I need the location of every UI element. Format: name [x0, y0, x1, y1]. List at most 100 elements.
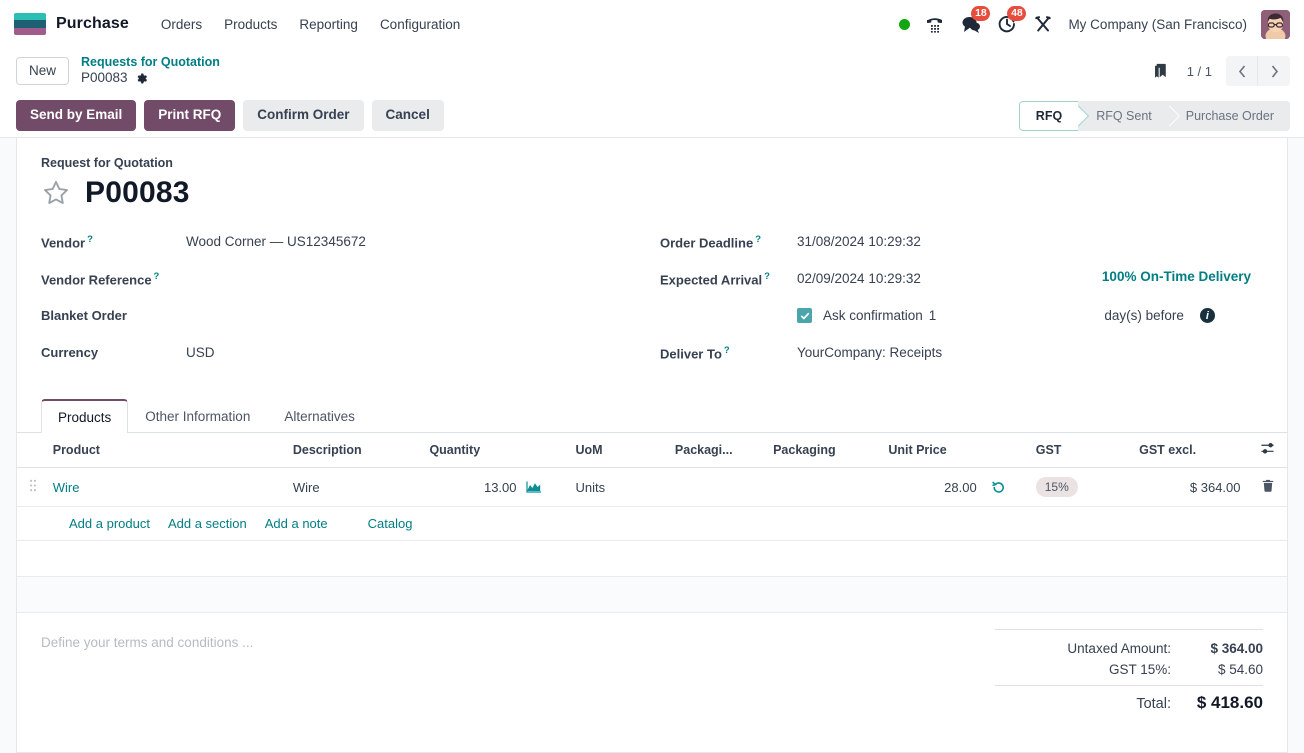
product-link[interactable]: Wire [53, 480, 80, 495]
form-column-right: Order Deadline? 31/08/2024 10:29:32 Expe… [652, 232, 1263, 380]
nav-item-reporting[interactable]: Reporting [289, 11, 368, 38]
tab-alternatives[interactable]: Alternatives [267, 399, 372, 433]
cell-gst[interactable]: 15% [1013, 467, 1132, 507]
history-icon[interactable] [991, 480, 1006, 495]
add-a-section-link[interactable]: Add a section [168, 516, 247, 531]
help-marker-icon[interactable]: ? [764, 271, 770, 282]
chevron-right-icon[interactable] [1258, 56, 1290, 86]
tax-badge[interactable]: 15% [1035, 477, 1078, 497]
th-handle [17, 433, 45, 468]
totals-panel: Untaxed Amount: $ 364.00 GST 15%: $ 54.6… [995, 629, 1263, 716]
th-uom[interactable]: UoM [549, 433, 667, 468]
bookmark-icon[interactable] [1151, 60, 1173, 82]
total-value: $ 418.60 [1196, 693, 1263, 712]
th-quantity[interactable]: Quantity [421, 433, 550, 468]
app-name[interactable]: Purchase [56, 15, 129, 33]
area-chart-icon[interactable] [525, 480, 542, 495]
gear-icon[interactable] [135, 72, 148, 85]
cell-product[interactable]: Wire [44, 467, 285, 507]
field-currency: Currency USD [41, 343, 652, 380]
untaxed-amount-value: $ 364.00 [1210, 641, 1263, 656]
ask-confirmation-label: Ask confirmation [823, 308, 923, 323]
ask-confirmation-days[interactable]: 1 [929, 308, 937, 323]
pager-value: 1 / 1 [1186, 63, 1212, 79]
new-button[interactable]: New [16, 56, 70, 86]
app-logo-icon[interactable] [14, 13, 46, 35]
help-marker-icon[interactable]: ? [87, 234, 93, 245]
phone-dialpad-icon[interactable] [924, 13, 946, 35]
control-panel-actions-row: Send by Email Print RFQ Confirm Order Ca… [0, 94, 1304, 138]
status-step-purchase-order[interactable]: Purchase Order [1167, 100, 1290, 131]
cell-description[interactable]: Wire [284, 467, 422, 507]
cell-gst-excl: $ 364.00 [1131, 467, 1249, 507]
cell-unit-price[interactable]: 28.00 [880, 467, 1014, 507]
info-icon[interactable]: i [1199, 308, 1215, 323]
terms-and-conditions-input[interactable]: Define your terms and conditions ... [41, 629, 253, 650]
clock-icon[interactable]: 48 [996, 6, 1027, 35]
drag-handle-icon[interactable] [17, 467, 45, 507]
record-title-row: P00083 [41, 176, 1263, 210]
help-marker-icon[interactable]: ? [154, 271, 160, 282]
checkbox-checked-icon[interactable] [797, 308, 812, 323]
green-dot-icon[interactable] [899, 18, 911, 30]
empty-row [17, 576, 1287, 613]
cancel-button[interactable]: Cancel [371, 100, 444, 131]
status-step-rfq[interactable]: RFQ [1018, 100, 1079, 131]
add-a-note-link[interactable]: Add a note [265, 516, 328, 531]
th-product[interactable]: Product [44, 433, 285, 468]
ask-confirmation-group: Ask confirmation 1 day(s) before i [797, 306, 1263, 323]
confirm-order-button[interactable]: Confirm Order [243, 100, 364, 131]
field-value-order-deadline[interactable]: 31/08/2024 10:29:32 [797, 232, 921, 249]
tax-value: $ 54.60 [1217, 662, 1263, 677]
star-outline-icon[interactable] [41, 178, 71, 208]
avatar[interactable] [1261, 9, 1290, 39]
optional-columns-toggle[interactable] [1248, 433, 1287, 468]
field-label-blanket-order: Blanket Order [41, 308, 127, 323]
chat-bubble-icon[interactable]: 18 [960, 6, 991, 35]
field-value-currency[interactable]: USD [186, 343, 215, 360]
nav-item-orders[interactable]: Orders [151, 11, 212, 38]
cell-packaging-qty[interactable] [666, 467, 766, 507]
tools-icon[interactable] [1032, 13, 1054, 35]
cell-uom[interactable]: Units [549, 467, 667, 507]
th-description[interactable]: Description [284, 433, 422, 468]
table-row[interactable]: Wire Wire 13.00 Units 28.00 15% $ 364.00 [17, 467, 1287, 507]
nav-item-products[interactable]: Products [214, 11, 287, 38]
form-view-scroll-area: Request for Quotation P00083 Vendor? Woo… [0, 138, 1304, 753]
th-gst[interactable]: GST [1013, 433, 1132, 468]
help-marker-icon[interactable]: ? [724, 345, 730, 356]
print-rfq-button[interactable]: Print RFQ [144, 100, 236, 131]
th-gst-excl[interactable]: GST excl. [1131, 433, 1249, 468]
company-selector[interactable]: My Company (San Francisco) [1068, 17, 1247, 32]
help-marker-icon[interactable]: ? [755, 234, 761, 245]
chevron-left-icon[interactable] [1226, 56, 1258, 86]
order-lines-table: Product Description Quantity UoM Packagi… [17, 433, 1287, 613]
cell-quantity[interactable]: 13.00 [421, 467, 550, 507]
tab-other-information[interactable]: Other Information [128, 399, 267, 433]
th-packaging-qty[interactable]: Packagi... [666, 433, 766, 468]
status-step-rfq-sent[interactable]: RFQ Sent [1078, 100, 1168, 131]
total-row-tax: GST 15%: $ 54.60 [995, 659, 1263, 680]
th-unit-price[interactable]: Unit Price [880, 433, 1014, 468]
nav-item-configuration[interactable]: Configuration [370, 11, 470, 38]
unit-price-value[interactable]: 28.00 [944, 480, 977, 495]
field-value-vendor[interactable]: Wood Corner — US12345672 [186, 232, 366, 249]
catalog-link[interactable]: Catalog [368, 516, 413, 531]
field-value-expected-arrival[interactable]: 02/09/2024 10:29:32 [797, 269, 921, 286]
quantity-value[interactable]: 13.00 [484, 480, 517, 495]
tab-products[interactable]: Products [41, 399, 129, 433]
field-value-deliver-to[interactable]: YourCompany: Receipts [797, 343, 942, 360]
tax-label[interactable]: GST 15%: [1109, 662, 1171, 677]
on-time-delivery-rate[interactable]: 100% On-Time Delivery [1102, 269, 1263, 284]
send-by-email-button[interactable]: Send by Email [16, 100, 137, 131]
add-a-product-link[interactable]: Add a product [69, 516, 150, 531]
breadcrumb-parent-link[interactable]: Requests for Quotation [81, 55, 220, 71]
total-row-total: Total: $ 418.60 [995, 685, 1263, 716]
sliders-icon[interactable] [1260, 443, 1275, 459]
field-blanket-order: Blanket Order [41, 306, 652, 343]
cell-delete[interactable] [1248, 467, 1287, 507]
add-lines-row: Add a product Add a section Add a note C… [17, 506, 1287, 541]
th-packaging[interactable]: Packaging [765, 433, 881, 468]
trash-icon[interactable] [1261, 478, 1275, 493]
cell-packaging[interactable] [765, 467, 881, 507]
